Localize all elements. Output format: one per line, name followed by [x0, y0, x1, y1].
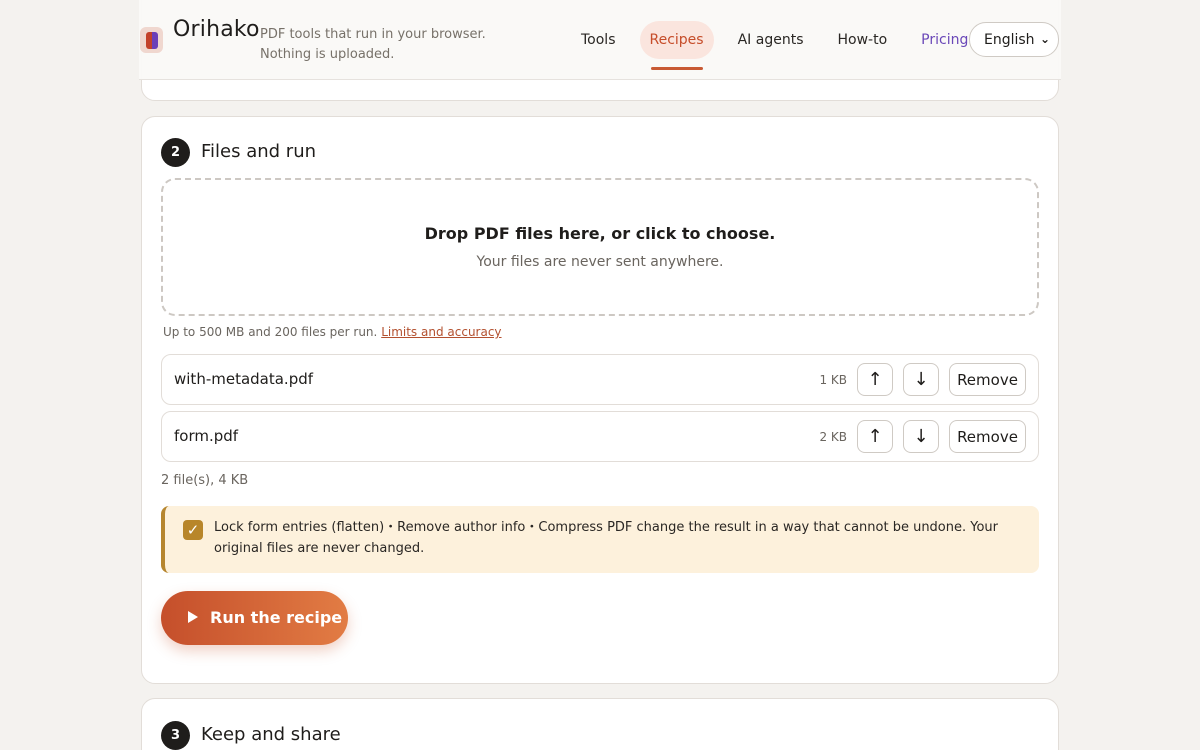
move-up-button[interactable]: ↑	[857, 420, 893, 453]
main-nav: Tools Recipes AI agents How-to Pricing	[564, 21, 985, 70]
file-size: 1 KB	[819, 373, 847, 387]
irreversible-warning: ✓ Lock form entries (flatten)・Remove aut…	[161, 506, 1039, 573]
dropzone-title: Drop PDF files here, or click to choose.	[424, 224, 776, 243]
run-recipe-button[interactable]: Run the recipe	[161, 591, 348, 645]
confirm-checkbox[interactable]: ✓	[183, 520, 203, 540]
section-title-keep: Keep and share	[201, 724, 341, 745]
file-dropzone[interactable]: Drop PDF files here, or click to choose.…	[161, 178, 1039, 316]
move-down-button[interactable]: ↓	[903, 420, 939, 453]
limits-note: Up to 500 MB and 200 files per run. Limi…	[163, 325, 502, 339]
nav-how-to[interactable]: How-to	[821, 21, 905, 59]
move-down-button[interactable]: ↓	[903, 363, 939, 396]
tagline: PDF tools that run in your browser. Noth…	[260, 27, 486, 62]
step-badge-2: 2	[161, 138, 190, 167]
warning-text: Lock form entries (flatten)・Remove autho…	[214, 520, 999, 556]
remove-button[interactable]: Remove	[949, 420, 1026, 453]
remove-button[interactable]: Remove	[949, 363, 1026, 396]
file-summary: 2 file(s), 4 KB	[161, 473, 249, 488]
play-icon	[188, 611, 198, 623]
run-recipe-label: Run the recipe	[210, 608, 343, 627]
language-value: English	[984, 31, 1035, 48]
file-name: form.pdf	[174, 427, 239, 445]
step-badge-3: 3	[161, 721, 190, 750]
section-title-files: Files and run	[201, 141, 317, 162]
move-up-button[interactable]: ↑	[857, 363, 893, 396]
site-header: Orihako PDF tools that run in your brows…	[139, 0, 1061, 80]
chevron-down-icon: ⌄	[1039, 32, 1050, 46]
nav-tools[interactable]: Tools	[564, 21, 633, 59]
limits-link[interactable]: Limits and accuracy	[381, 325, 501, 339]
language-select[interactable]: English ⌄	[969, 22, 1059, 57]
file-row: form.pdf 2 KB ↑ ↓ Remove	[161, 411, 1039, 462]
file-size: 2 KB	[819, 430, 847, 444]
nav-recipes[interactable]: Recipes	[639, 21, 714, 70]
nav-ai-agents[interactable]: AI agents	[721, 21, 821, 59]
file-row: with-metadata.pdf 1 KB ↑ ↓ Remove	[161, 354, 1039, 405]
file-name: with-metadata.pdf	[174, 370, 314, 388]
limits-text: Up to 500 MB and 200 files per run.	[163, 325, 378, 339]
brand-name[interactable]: Orihako	[173, 17, 260, 42]
dropzone-subtitle: Your files are never sent anywhere.	[476, 254, 724, 270]
logo-icon[interactable]	[140, 27, 163, 53]
